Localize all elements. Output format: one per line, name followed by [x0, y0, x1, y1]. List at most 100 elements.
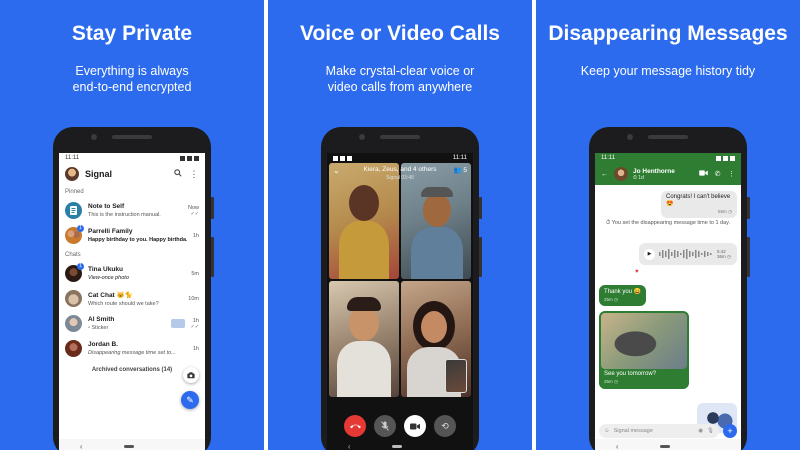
phone-frame: 11:11 Signal ⋮ Pinned Note to Self This … [53, 127, 214, 450]
phone-call-icon[interactable]: ✆ [713, 170, 722, 178]
chat-time: 1h [192, 345, 199, 352]
chat-preview: Happy birthday to you. Happy birthda... [88, 237, 187, 243]
switch-camera-icon: ⟲ [441, 420, 449, 431]
contact-avatar[interactable] [614, 167, 628, 181]
outgoing-photo-message[interactable]: See you tomorrow? 25m ◷ [599, 311, 689, 389]
self-view-thumbnail[interactable] [445, 359, 467, 393]
flip-camera-button[interactable]: ⟲ [434, 415, 456, 437]
mic-off-icon [381, 421, 389, 431]
call-header: ⌄ Kiera, Zeus, and 4 others Signal 03:48… [327, 163, 473, 185]
chat-time: Now [187, 204, 199, 211]
chat-item-jordan-b[interactable]: Jordan B. Disappearing message time set … [59, 336, 205, 361]
chat-time: 10m [188, 295, 199, 302]
volume-button [479, 237, 482, 277]
message-composer: ☺ Signal message ◉ 🎙 + [599, 423, 737, 439]
power-button [747, 197, 750, 219]
chat-time: 1h [192, 232, 199, 239]
attach-plus-button[interactable]: + [723, 424, 737, 438]
power-button [479, 197, 482, 219]
back-arrow-icon[interactable]: ← [600, 171, 609, 178]
chat-list-screen: 11:11 Signal ⋮ Pinned Note to Self This … [59, 153, 205, 450]
call-controls: ⟲ [327, 415, 473, 437]
play-icon[interactable]: ▶ [644, 248, 655, 260]
chat-name: Al Smith [88, 316, 115, 323]
unread-badge: 1 [77, 225, 84, 232]
waveform-graphic [659, 249, 712, 259]
participant-video-tile[interactable] [329, 281, 399, 397]
sticker-thumbnail [170, 319, 185, 328]
panel-headline: Voice or Video Calls [300, 22, 500, 45]
back-nav-icon[interactable]: ‹ [616, 442, 619, 450]
cat-photo[interactable] [601, 313, 687, 369]
read-receipt-icon: ✓✓ [190, 323, 199, 330]
search-icon[interactable] [173, 169, 183, 179]
home-nav-pill[interactable] [660, 444, 671, 448]
message-input[interactable]: Signal message [614, 428, 695, 434]
panel-subline: Everything is always end-to-end encrypte… [72, 64, 192, 94]
mute-button[interactable] [374, 415, 396, 437]
video-call-icon[interactable] [699, 170, 708, 178]
chat-item-cat-chat[interactable]: Cat Chat 🐱🐈 Which route should we take? … [59, 286, 205, 311]
panel-headline: Stay Private [71, 22, 193, 45]
participant-count: 5 [463, 167, 467, 174]
speaker-grille [380, 135, 420, 139]
system-nav-bar: ‹ [59, 439, 205, 450]
phone-frame: 11:11 ⌄ Kiera, Zeus, and 4 others Signal… [321, 127, 482, 450]
chat-preview: This is the instruction manual. [88, 212, 161, 218]
system-nav-bar: ‹ [327, 439, 473, 450]
more-options-icon[interactable]: ⋮ [727, 170, 736, 178]
app-store-screenshots: Stay Private Everything is always end-to… [0, 0, 800, 450]
camera-icon[interactable]: ◉ [698, 428, 703, 434]
speaker-grille [112, 135, 152, 139]
conversation-header: ← Jo Henthorne ⏱ 1d ✆ ⋮ [595, 163, 741, 185]
status-bar: 11:11 [595, 153, 741, 163]
emoji-icon[interactable]: ☺ [604, 428, 610, 434]
chat-name: Cat Chat 🐱🐈 [88, 291, 133, 299]
chat-item-al-smith[interactable]: Al Smith ▫ Sticker 1h ✓✓ [59, 311, 205, 336]
outgoing-message[interactable]: Thank you 😄 25m ◷ [599, 285, 647, 306]
panel-subline: Make crystal-clear voice or video calls … [325, 64, 475, 94]
voice-message[interactable]: ▶ 5:42 36m ◷ [639, 243, 737, 265]
chat-item-parrelli-family[interactable]: 1 Parrelli Family Happy birthday to you.… [59, 223, 205, 248]
home-nav-pill[interactable] [392, 444, 403, 448]
heart-reaction-icon: ♥ [635, 269, 639, 275]
panel-subline: Keep your message history tidy [580, 64, 756, 78]
chat-item-tina-ukuku[interactable]: 1 Tina Ukuku View-once photo 5m [59, 261, 205, 286]
panel-voice-video: Voice or Video Calls Make crystal-clear … [268, 0, 532, 450]
chat-preview: View-once photo [88, 275, 129, 281]
contact-avatar [65, 340, 82, 357]
contact-avatar [65, 315, 82, 332]
status-bar: 11:11 [59, 153, 205, 163]
profile-avatar[interactable] [65, 167, 79, 181]
status-bar: 11:11 [327, 153, 473, 163]
note-icon [65, 202, 82, 219]
chat-preview: Which route should we take? [88, 300, 159, 307]
incoming-message[interactable]: Congrats! I can't believe 😍 55m ◷ [661, 191, 737, 218]
home-nav-pill[interactable] [124, 444, 135, 448]
end-call-button[interactable] [344, 415, 366, 437]
app-title: Signal [85, 169, 113, 179]
camera-button[interactable] [183, 367, 199, 383]
video-toggle-button[interactable] [404, 415, 426, 437]
call-duration: Signal 03:48 [386, 175, 414, 181]
camera-lens [91, 134, 97, 140]
group-avatar: 1 [65, 225, 84, 244]
participants-icon: 👥 [453, 167, 462, 174]
back-nav-icon[interactable]: ‹ [80, 442, 83, 450]
group-call-screen: 11:11 ⌄ Kiera, Zeus, and 4 others Signal… [327, 153, 473, 450]
camera-lens [627, 134, 633, 140]
more-options-icon[interactable]: ⋮ [189, 169, 199, 180]
chat-preview: Sticker [91, 325, 109, 331]
chat-item-note-to-self[interactable]: Note to Self This is the instruction man… [59, 198, 205, 223]
compose-button[interactable]: ✎ [181, 391, 199, 409]
back-nav-icon[interactable]: ‹ [348, 442, 351, 450]
contact-avatar: 1 [65, 263, 84, 282]
app-bar: Signal ⋮ [59, 163, 205, 185]
microphone-icon[interactable]: 🎙 [707, 428, 714, 434]
cat-avatar [65, 290, 82, 307]
chat-preview: Disappearing message time set to... [88, 350, 176, 356]
participant-video-tile[interactable] [401, 281, 471, 397]
panel-stay-private: Stay Private Everything is always end-to… [0, 0, 264, 450]
camera-lens [359, 134, 365, 140]
panel-headline: Disappearing Messages [548, 22, 788, 45]
